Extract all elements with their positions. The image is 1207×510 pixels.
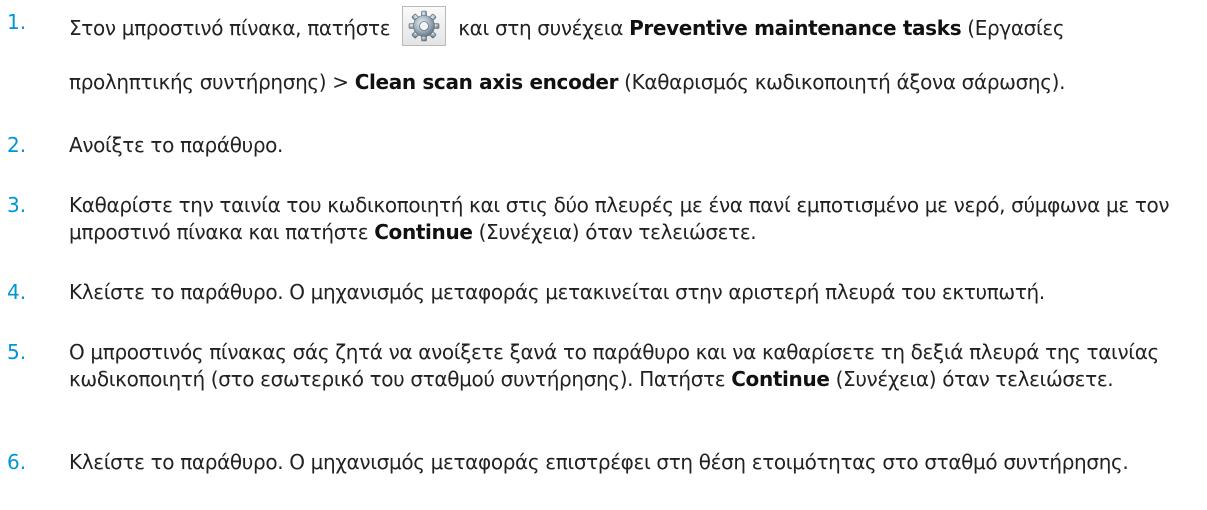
button-name: Continue [374, 220, 473, 244]
settings-gear-icon [408, 10, 440, 42]
step-text-part: προληπτικής συντήρησης) > [69, 70, 349, 94]
step-number: 4. [7, 280, 27, 304]
step-text-part: Στον μπροστινό πίνακα, πατήστε [69, 15, 391, 40]
step-text: Καθαρίστε την ταινία του κωδικοποιητή κα… [69, 192, 1199, 246]
step-text: Ανοίξτε το παράθυρο. [69, 133, 284, 157]
menu-option-name: Clean scan axis encoder [354, 70, 619, 94]
step-number: 1. [7, 10, 27, 34]
instruction-document: 1. Στον μπροστινό πίνακα, πατήστε και στ… [0, 0, 1207, 510]
step-number: 3. [7, 193, 27, 217]
step-text-part: (Καθαρισμός κωδικοποιητή άξονα σάρωσης). [624, 70, 1066, 94]
step-text: Κλείστε το παράθυρο. Ο μηχανισμός μεταφο… [69, 450, 1129, 474]
step-text-part: και στη συνέχεια [458, 15, 624, 40]
step-text: Στον μπροστινό πίνακα, πατήστε και στη σ… [69, 6, 1199, 96]
step-text-part: (Εργασίες [967, 15, 1065, 40]
step-text-part: (Συνέχεια) όταν τελειώσετε. [835, 367, 1114, 391]
step-text: Ο μπροστινός πίνακας σάς ζητά να ανοίξετ… [69, 339, 1199, 393]
step-number: 6. [7, 450, 27, 474]
menu-option-name: Preventive maintenance tasks [629, 15, 962, 40]
button-name: Continue [731, 367, 830, 391]
step-text: Κλείστε το παράθυρο. Ο μηχανισμός μεταφο… [69, 280, 1045, 304]
step-number: 2. [7, 133, 27, 157]
settings-button[interactable] [402, 6, 447, 46]
step-number: 5. [7, 340, 27, 364]
step-text-part: (Συνέχεια) όταν τελειώσετε. [478, 220, 757, 244]
